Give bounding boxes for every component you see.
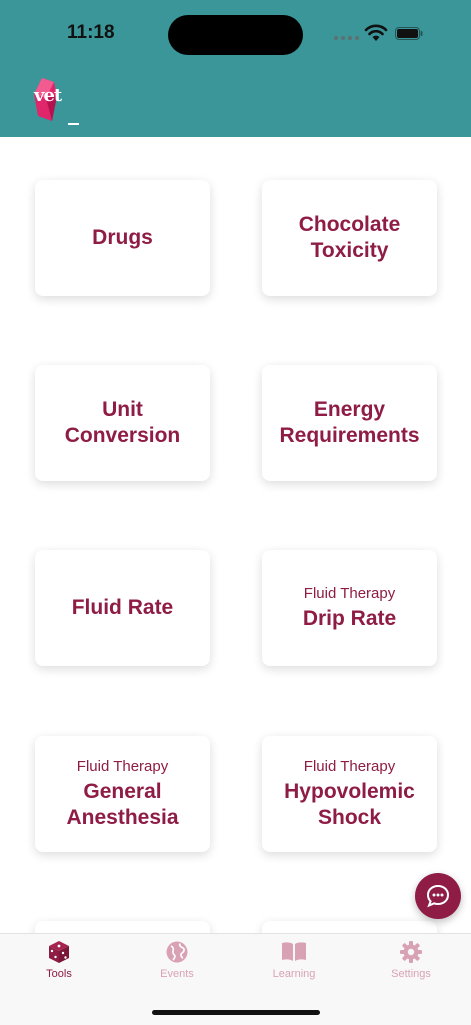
- tool-card-chocolate-toxicity[interactable]: Chocolate Toxicity: [262, 180, 437, 296]
- book-icon: [282, 942, 306, 961]
- logo-text: vet: [34, 85, 62, 106]
- card-title: Drugs: [92, 226, 153, 249]
- tab-events[interactable]: Events: [132, 940, 222, 980]
- dice-icon: [49, 941, 69, 963]
- card-title: Unit Conversion: [64, 398, 181, 447]
- card-title: Hypovolemic Shock: [284, 779, 415, 829]
- tab-settings[interactable]: Settings: [366, 940, 456, 980]
- tab-tools[interactable]: Tools: [14, 940, 104, 980]
- chat-button[interactable]: [415, 873, 461, 919]
- battery-icon: [395, 27, 423, 40]
- card-title: Energy Requirements: [279, 398, 420, 447]
- card-title: Drip Rate: [302, 606, 397, 630]
- status-bar: 11:18: [0, 0, 471, 66]
- tool-card-general-anesthesia[interactable]: Fluid Therapy General Anesthesia: [35, 736, 210, 852]
- chat-bubble-icon: [426, 884, 450, 908]
- card-subtitle: Fluid Therapy: [76, 757, 169, 775]
- card-title: Fluid Rate: [71, 596, 174, 619]
- tab-learning[interactable]: Learning: [249, 940, 339, 980]
- gear-icon: [400, 941, 422, 963]
- card-subtitle: Fluid Therapy: [303, 584, 396, 602]
- tool-card-drip-rate[interactable]: Fluid Therapy Drip Rate: [262, 550, 437, 666]
- tab-label: Tools: [46, 968, 72, 980]
- home-indicator[interactable]: [152, 1010, 320, 1015]
- globe-icon: [166, 941, 188, 963]
- card-title: Chocolate Toxicity: [298, 213, 401, 262]
- card-subtitle: Fluid Therapy: [303, 757, 396, 775]
- tool-card-energy-requirements[interactable]: Energy Requirements: [262, 365, 437, 481]
- app-header: vet: [0, 66, 471, 137]
- tool-card-hypovolemic-shock[interactable]: Fluid Therapy Hypovolemic Shock: [262, 736, 437, 852]
- tools-grid: Drugs Chocolate Toxicity Unit Conversion…: [0, 137, 471, 934]
- tool-card-fluid-rate[interactable]: Fluid Rate: [35, 550, 210, 666]
- dynamic-island: [168, 15, 303, 55]
- tab-label: Settings: [391, 968, 431, 980]
- wifi-icon: [364, 24, 388, 41]
- tool-card-drugs[interactable]: Drugs: [35, 180, 210, 296]
- tab-label: Events: [160, 968, 194, 980]
- tab-label: Learning: [272, 968, 316, 980]
- cellular-signal-icon: [334, 36, 359, 40]
- card-title: General Anesthesia: [66, 779, 179, 829]
- tool-card-unit-conversion[interactable]: Unit Conversion: [35, 365, 210, 481]
- status-time: 11:18: [67, 22, 115, 43]
